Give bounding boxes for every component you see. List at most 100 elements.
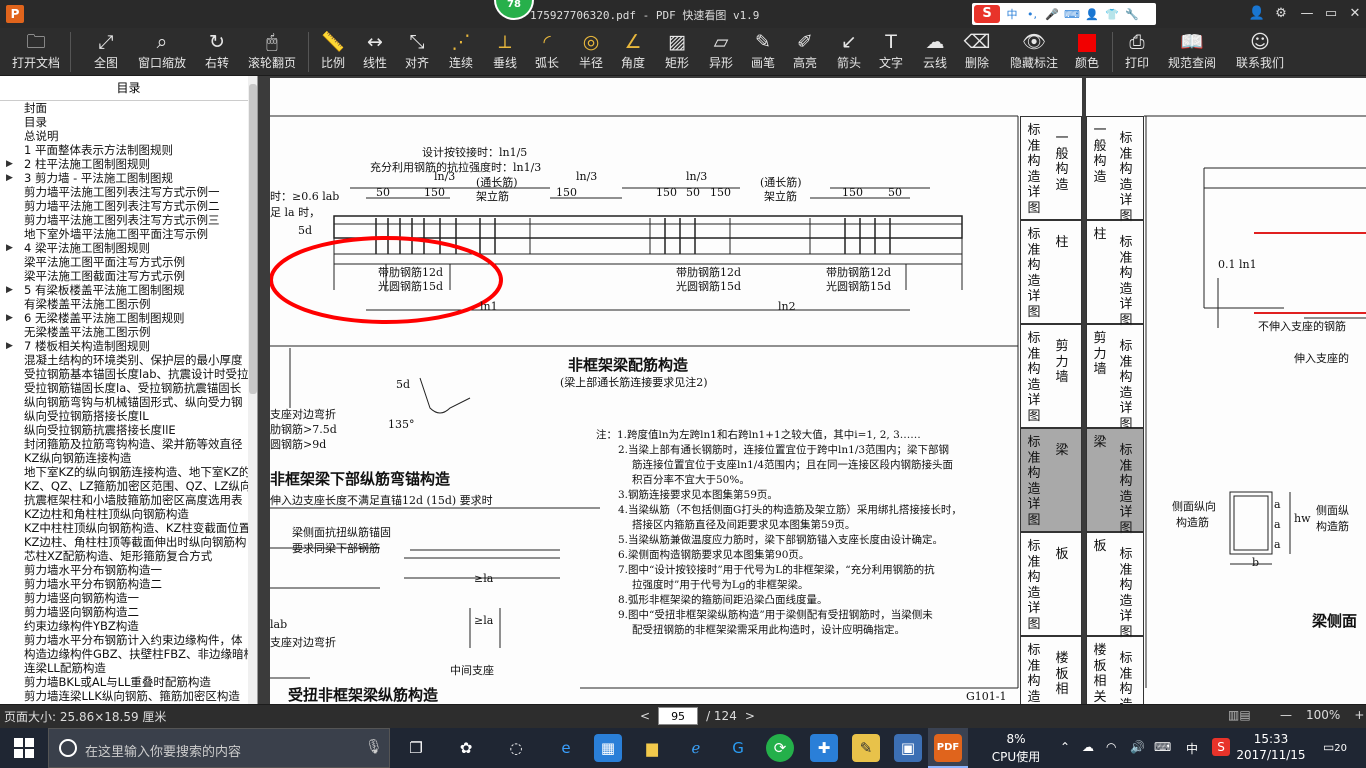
zoom-out-button[interactable]: — xyxy=(1280,708,1292,722)
expand-arrow-icon[interactable]: ▶ xyxy=(6,283,13,297)
toc-item[interactable]: 连梁LL配筋构造 xyxy=(0,661,257,675)
wrench-icon[interactable]: 🔧 xyxy=(1124,8,1140,21)
toc-item[interactable]: 剪力墙水平分布钢筋构造二 xyxy=(0,577,257,591)
toc-item[interactable]: 地下室外墙平法施工图平面注写示例 xyxy=(0,227,257,241)
toc-item[interactable]: 剪力墙平法施工图列表注写方式示例一 xyxy=(0,185,257,199)
chapter-tab[interactable]: 剪力墙 标准构造详图 xyxy=(1086,324,1144,432)
chapter-tab[interactable]: 标准构造 楼板相 xyxy=(1020,636,1082,704)
keyboard-tray-icon[interactable]: ⌨ xyxy=(1154,740,1171,754)
toc-item[interactable]: 约束边缘构件YBZ构造 xyxy=(0,619,257,633)
toc-item[interactable]: 纵向钢筋弯钩与机械锚固形式、纵向受力钢 xyxy=(0,395,257,409)
toc-item[interactable]: 剪力墙水平分布钢筋计入约束边缘构件，体 xyxy=(0,633,257,647)
toc-item[interactable]: 剪力墙竖向钢筋构造二 xyxy=(0,605,257,619)
contact-us-button[interactable]: ☺ 联系我们 xyxy=(1230,28,1290,76)
ie-browser-icon[interactable]: ℯ xyxy=(682,734,710,762)
maximize-button[interactable]: ▭ xyxy=(1320,4,1342,24)
scale-button[interactable]: 📏 比例 xyxy=(316,28,350,76)
clock-date[interactable]: 2017/11/15 xyxy=(1236,748,1306,762)
photo-app-icon[interactable]: ▣ xyxy=(894,734,922,762)
volume-icon[interactable]: 🔊 xyxy=(1130,740,1145,754)
open-document-button[interactable]: 🗀 打开文档 xyxy=(8,28,64,76)
sogou-ime-icon[interactable]: S xyxy=(974,5,1000,23)
pdf-viewer-task-icon[interactable]: PDF xyxy=(934,734,962,762)
polygon-button[interactable]: ▱ 异形 xyxy=(704,28,738,76)
toc-item[interactable]: ▶ 3 剪力墙 - 平法施工图制图规 xyxy=(0,171,257,185)
toc-item[interactable]: 目录 xyxy=(0,115,257,129)
color-button[interactable]: 颜色 xyxy=(1070,28,1104,76)
toc-item[interactable]: 纵向受拉钢筋抗震搭接长度llE xyxy=(0,423,257,437)
mic-icon[interactable]: 🎤 xyxy=(1044,8,1060,21)
toc-item[interactable]: ▶ 7 楼板相关构造制图规则 xyxy=(0,339,257,353)
expand-arrow-icon[interactable]: ▶ xyxy=(6,339,13,353)
perpendicular-button[interactable]: ⟂ 垂线 xyxy=(488,28,522,76)
toc-item[interactable]: 混凝土结构的环境类别、保护层的最小厚度 xyxy=(0,353,257,367)
toc-scrollbar-thumb[interactable] xyxy=(249,84,257,394)
toc-item[interactable]: 无梁楼盖平法施工图示例 xyxy=(0,325,257,339)
edge-browser-icon[interactable]: e xyxy=(552,734,580,762)
view-mode-icon[interactable]: ▥▤ xyxy=(1228,708,1251,722)
windows-start-icon[interactable] xyxy=(14,738,34,758)
input-lang-indicator[interactable]: 中 xyxy=(1186,740,1198,757)
toc-scrollbar[interactable] xyxy=(248,76,257,704)
print-button[interactable]: ⎙ 打印 xyxy=(1120,28,1154,76)
toc-item[interactable]: 剪力墙连梁LLK纵向钢筋、箍筋加密区构造 xyxy=(0,689,257,703)
window-zoom-button[interactable]: ⌕ 窗口缩放 xyxy=(134,28,190,76)
toc-item[interactable]: 芯柱XZ配筋构造、矩形箍筋复合方式 xyxy=(0,549,257,563)
toc-item[interactable]: 剪力墙BKL或AL与LL重叠时配筋构造 xyxy=(0,675,257,689)
pinwheel-app-icon[interactable]: ✿ xyxy=(452,734,480,762)
next-page-button[interactable]: > xyxy=(745,709,755,723)
tray-chevron-icon[interactable]: ⌃ xyxy=(1060,740,1070,754)
clock-time[interactable]: 15:33 xyxy=(1236,732,1306,746)
expand-arrow-icon[interactable]: ▶ xyxy=(6,241,13,255)
notes-app-icon[interactable]: ✎ xyxy=(852,734,880,762)
highlight-button[interactable]: ✐ 高亮 xyxy=(788,28,822,76)
toc-item[interactable]: 1 平面整体表示方法制图规则 xyxy=(0,143,257,157)
toc-item[interactable]: 封面 xyxy=(0,101,257,115)
toc-item[interactable]: 地下室KZ的纵向钢筋连接构造、地下室KZ的 xyxy=(0,465,257,479)
toc-item[interactable]: KZ纵向钢筋连接构造 xyxy=(0,451,257,465)
360-app-icon[interactable]: ⟳ xyxy=(766,734,794,762)
prev-page-button[interactable]: < xyxy=(640,709,650,723)
rotate-right-button[interactable]: ↻ 右转 xyxy=(198,28,236,76)
toc-item[interactable]: 剪力墙竖向钢筋构造一 xyxy=(0,591,257,605)
pen-button[interactable]: ✎ 画笔 xyxy=(746,28,780,76)
toc-item[interactable]: KZ边柱和角柱柱顶纵向钢筋构造 xyxy=(0,507,257,521)
toc-item[interactable]: 剪力墙平法施工图列表注写方式示例三 xyxy=(0,213,257,227)
align-button[interactable]: ⤡ 对齐 xyxy=(400,28,434,76)
toc-item[interactable]: 抗震框架柱和小墙肢箍筋加密区高度选用表 xyxy=(0,493,257,507)
store-icon[interactable]: ▦ xyxy=(594,734,622,762)
sogou-tray-icon[interactable]: S xyxy=(1212,738,1230,756)
expand-arrow-icon[interactable]: ▶ xyxy=(6,171,13,185)
g-app-icon[interactable]: G xyxy=(724,734,752,762)
expand-arrow-icon[interactable]: ▶ xyxy=(6,311,13,325)
toc-item[interactable]: 受拉钢筋锚固长度la、受拉钢筋抗震锚固长 xyxy=(0,381,257,395)
spec-lookup-button[interactable]: 📖 规范查阅 xyxy=(1162,28,1222,76)
chapter-tab[interactable]: 标准构造详图柱 xyxy=(1020,220,1082,324)
wifi-icon[interactable]: ◠ xyxy=(1106,740,1116,754)
toc-item[interactable]: KZ、QZ、LZ箍筋加密区范围、QZ、LZ纵向钢 xyxy=(0,479,257,493)
file-explorer-icon[interactable]: ▆ xyxy=(638,734,666,762)
toc-item[interactable]: 构造边缘构件GBZ、扶壁柱FBZ、非边缘暗柱 xyxy=(0,647,257,661)
remote-app-icon[interactable]: ✚ xyxy=(810,734,838,762)
linear-button[interactable]: ↔ 线性 xyxy=(358,28,392,76)
toc-item[interactable]: ▶ 2 柱平法施工图制图规则 xyxy=(0,157,257,171)
toc-item[interactable]: 梁平法施工图截面注写方式示例 xyxy=(0,269,257,283)
page-number-input[interactable] xyxy=(658,707,699,725)
chapter-tab[interactable]: 板标准构造详图 xyxy=(1086,532,1144,640)
cloud-line-button[interactable]: ☁ 云线 xyxy=(918,28,952,76)
toc-item[interactable]: 剪力墙平法施工图列表注写方式示例二 xyxy=(0,199,257,213)
speed-badge[interactable]: 78 xyxy=(494,0,534,20)
toc-item[interactable]: 封闭箍筋及拉筋弯钩构造、梁并筋等效直径 xyxy=(0,437,257,451)
app-logo-icon[interactable]: P xyxy=(6,5,24,23)
toc-item[interactable]: ▶ 5 有梁板楼盖平法施工图制图规 xyxy=(0,283,257,297)
toc-item[interactable]: ▶ 4 梁平法施工图制图规则 xyxy=(0,241,257,255)
toc-item[interactable]: 总说明 xyxy=(0,129,257,143)
arc-length-button[interactable]: ◜ 弧长 xyxy=(530,28,564,76)
toc-item[interactable]: KZ边柱、角柱柱顶等截面伸出时纵向钢筋构 xyxy=(0,535,257,549)
taskbar-search[interactable]: 在这里输入你要搜索的内容 🎙 xyxy=(48,728,390,768)
user-icon[interactable]: 👤 xyxy=(1084,8,1100,21)
toc-item[interactable]: KZ中柱柱顶纵向钢筋构造、KZ柱变截面位置 xyxy=(0,521,257,535)
chapter-tab[interactable]: 标准构造详图板 xyxy=(1020,532,1082,636)
wheel-page-button[interactable]: 🖱 滚轮翻页 xyxy=(244,28,300,76)
toc-item[interactable]: 梁平法施工图平面注写方式示例 xyxy=(0,255,257,269)
